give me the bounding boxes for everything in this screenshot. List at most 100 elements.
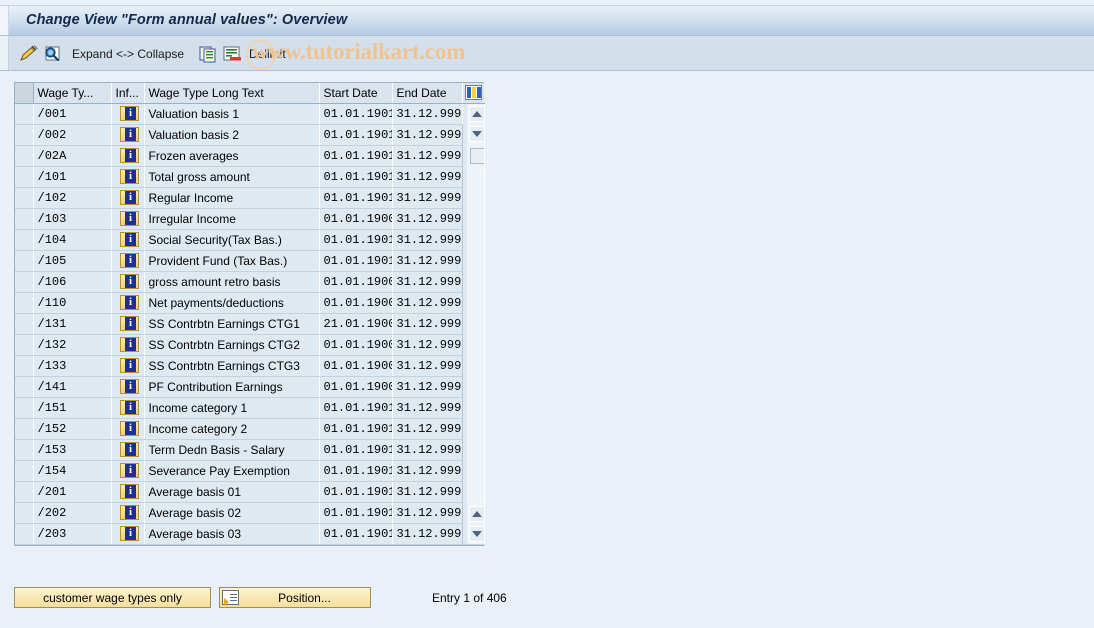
table-row[interactable]: /151 Income category 101.01.190131.12.999… — [15, 397, 484, 419]
cell-end-date[interactable]: 31.12.9999 — [392, 397, 463, 419]
cell-end-date[interactable]: 31.12.9999 — [392, 187, 463, 209]
table-row[interactable]: /105 Provident Fund (Tax Bas.)01.01.19013… — [15, 250, 484, 272]
table-row[interactable]: /101 Total gross amount01.01.190131.12.99… — [15, 166, 484, 188]
row-selector[interactable] — [15, 334, 34, 356]
cell-long-text[interactable]: Income category 1 — [144, 397, 320, 419]
cell-end-date[interactable]: 31.12.9999 — [392, 481, 463, 503]
table-row[interactable]: /203 Average basis 0301.01.190131.12.9999 — [15, 523, 484, 545]
cell-end-date[interactable]: 31.12.9999 — [392, 439, 463, 461]
cell-long-text[interactable]: Frozen averages — [144, 145, 320, 167]
cell-end-date[interactable]: 31.12.9999 — [392, 250, 463, 272]
cell-start-date[interactable]: 01.01.1901 — [319, 187, 393, 209]
table-row[interactable]: /201 Average basis 0101.01.190131.12.9999 — [15, 481, 484, 503]
cell-long-text[interactable]: gross amount retro basis — [144, 271, 320, 293]
cell-end-date[interactable]: 31.12.9999 — [392, 313, 463, 335]
cell-wage-type[interactable]: /105 — [33, 250, 112, 272]
table-row[interactable]: /141 PF Contribution Earnings01.01.190031… — [15, 376, 484, 398]
cell-info[interactable] — [111, 313, 145, 335]
info-icon[interactable] — [120, 190, 139, 206]
cell-start-date[interactable]: 01.01.1901 — [319, 460, 393, 482]
table-row[interactable]: /202 Average basis 0201.01.190131.12.9999 — [15, 502, 484, 524]
cell-wage-type[interactable]: /101 — [33, 166, 112, 188]
cell-info[interactable] — [111, 439, 145, 461]
column-header-end-date[interactable]: End Date — [392, 83, 463, 104]
row-selector[interactable] — [15, 187, 34, 209]
customer-wage-types-only-button[interactable]: customer wage types only — [14, 587, 211, 608]
cell-start-date[interactable]: 01.01.1901 — [319, 166, 393, 188]
cell-long-text[interactable]: Total gross amount — [144, 166, 320, 188]
scroll-thumb[interactable] — [469, 147, 483, 164]
cell-info[interactable] — [111, 355, 145, 377]
info-icon[interactable] — [120, 505, 139, 521]
cell-wage-type[interactable]: /001 — [33, 103, 112, 125]
cell-start-date[interactable]: 01.01.1900 — [319, 376, 393, 398]
cell-info[interactable] — [111, 208, 145, 230]
scroll-up-button[interactable] — [468, 505, 483, 522]
info-icon[interactable] — [120, 253, 139, 269]
cell-wage-type[interactable]: /102 — [33, 187, 112, 209]
row-selector[interactable] — [15, 229, 34, 251]
cell-info[interactable] — [111, 229, 145, 251]
cell-wage-type[interactable]: /153 — [33, 439, 112, 461]
cell-end-date[interactable]: 31.12.9999 — [392, 460, 463, 482]
info-icon[interactable] — [120, 232, 139, 248]
cell-long-text[interactable]: Regular Income — [144, 187, 320, 209]
cell-long-text[interactable]: Average basis 03 — [144, 523, 320, 545]
cell-start-date[interactable]: 01.01.1900 — [319, 292, 393, 314]
row-selector[interactable] — [15, 397, 34, 419]
cell-wage-type[interactable]: /202 — [33, 502, 112, 524]
row-selector[interactable] — [15, 313, 34, 335]
cell-wage-type[interactable]: /132 — [33, 334, 112, 356]
row-selector[interactable] — [15, 439, 34, 461]
cell-long-text[interactable]: Severance Pay Exemption — [144, 460, 320, 482]
info-icon[interactable] — [120, 442, 139, 458]
cell-start-date[interactable]: 01.01.1901 — [319, 103, 393, 125]
cell-start-date[interactable]: 21.01.1900 — [319, 313, 393, 335]
row-selector[interactable] — [15, 145, 34, 167]
table-row[interactable]: /110 Net payments/deductions01.01.190031.… — [15, 292, 484, 314]
cell-end-date[interactable]: 31.12.9999 — [392, 502, 463, 524]
info-icon[interactable] — [120, 274, 139, 290]
cell-start-date[interactable]: 01.01.1901 — [319, 502, 393, 524]
cell-info[interactable] — [111, 523, 145, 545]
table-row[interactable]: /106 gross amount retro basis01.01.190031… — [15, 271, 484, 293]
column-config-button[interactable] — [462, 83, 484, 104]
cell-info[interactable] — [111, 418, 145, 440]
row-selector[interactable] — [15, 523, 34, 545]
column-header-wage-type[interactable]: Wage Ty... — [33, 83, 112, 104]
display-change-button[interactable] — [18, 36, 38, 71]
column-header-long-text[interactable]: Wage Type Long Text — [144, 83, 320, 104]
row-selector[interactable] — [15, 460, 34, 482]
info-icon[interactable] — [120, 463, 139, 479]
cell-end-date[interactable]: 31.12.9999 — [392, 355, 463, 377]
row-selector[interactable] — [15, 481, 34, 503]
info-icon[interactable] — [120, 316, 139, 332]
table-row[interactable]: /132 SS Contrbtn Earnings CTG201.01.19003… — [15, 334, 484, 356]
row-selector[interactable] — [15, 208, 34, 230]
cell-end-date[interactable]: 31.12.9999 — [392, 418, 463, 440]
table-row[interactable]: /133 SS Contrbtn Earnings CTG301.01.19003… — [15, 355, 484, 377]
cell-wage-type[interactable]: /104 — [33, 229, 112, 251]
table-row[interactable]: /001Valuation basis 101.01.190131.12.999… — [15, 103, 485, 545]
cell-end-date[interactable]: 31.12.9999 — [392, 103, 463, 125]
table-row[interactable]: /153 Term Dedn Basis - Salary01.01.190131… — [15, 439, 484, 461]
row-selector[interactable] — [15, 166, 34, 188]
cell-end-date[interactable]: 31.12.9999 — [392, 523, 463, 545]
row-selector[interactable] — [15, 124, 34, 146]
table-row[interactable]: /103 Irregular Income01.01.190031.12.9999 — [15, 208, 484, 230]
cell-end-date[interactable]: 31.12.9999 — [392, 166, 463, 188]
info-icon[interactable] — [120, 127, 139, 143]
row-selector[interactable] — [15, 502, 34, 524]
cell-wage-type[interactable]: /002 — [33, 124, 112, 146]
select-all-header[interactable] — [15, 83, 34, 104]
info-icon[interactable] — [120, 106, 139, 122]
row-selector[interactable] — [15, 376, 34, 398]
cell-info[interactable] — [111, 187, 145, 209]
cell-start-date[interactable]: 01.01.1901 — [319, 229, 393, 251]
cell-info[interactable] — [111, 124, 145, 146]
expand-collapse-button[interactable]: Expand <-> Collapse — [72, 36, 184, 71]
table-row[interactable]: /102 Regular Income01.01.190131.12.9999 — [15, 187, 484, 209]
cell-info[interactable] — [111, 250, 145, 272]
cell-long-text[interactable]: Average basis 01 — [144, 481, 320, 503]
row-selector[interactable] — [15, 250, 34, 272]
